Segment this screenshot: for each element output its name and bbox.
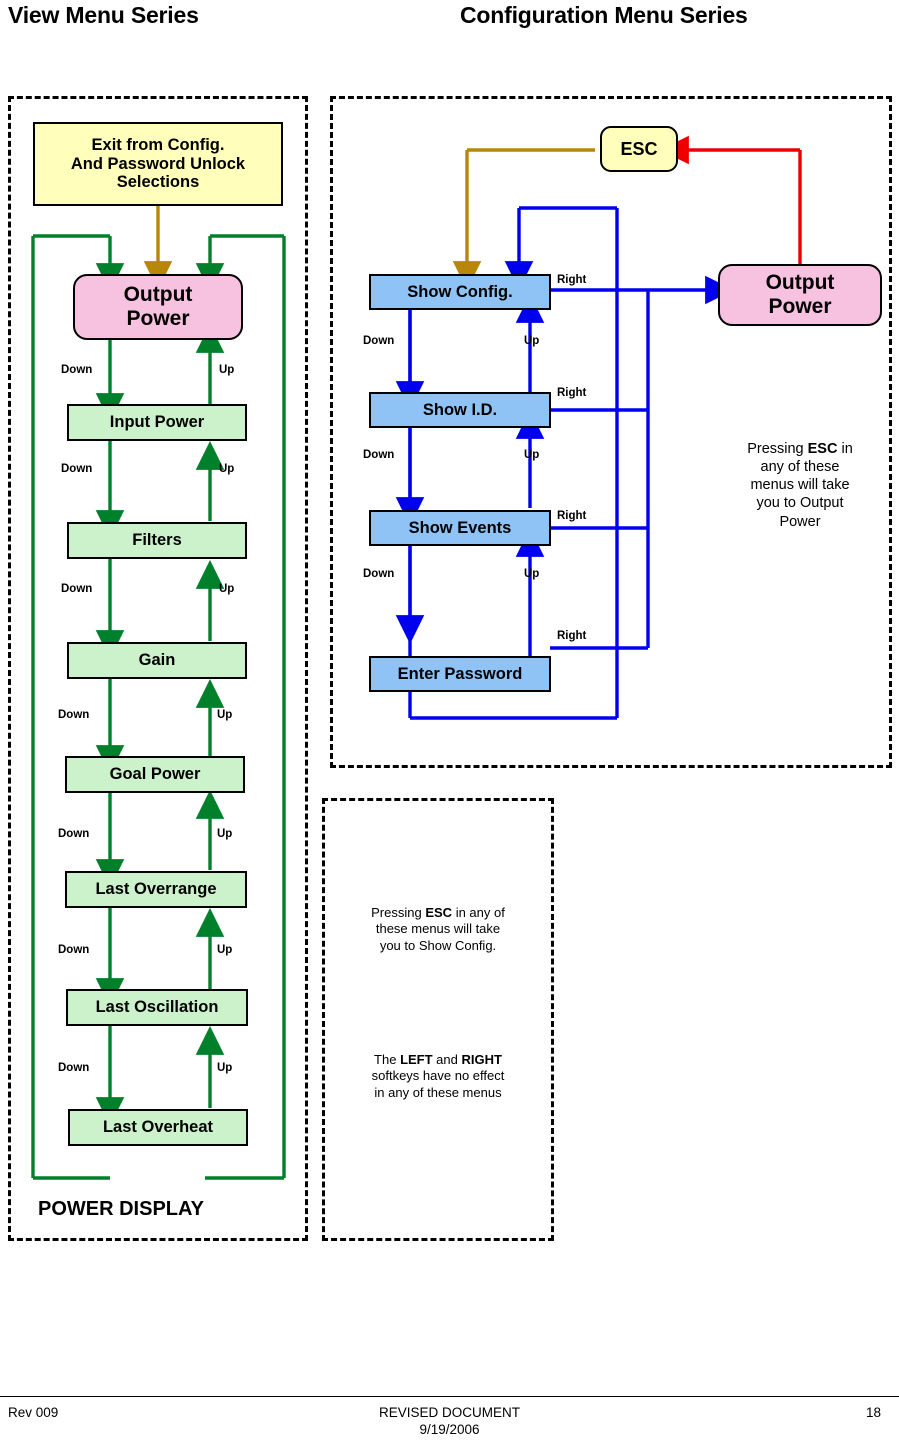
config-item-enter-password[interactable]: Enter Password (369, 656, 551, 692)
label-down-6: Down (58, 944, 90, 956)
config-item-show-config[interactable]: Show Config. (369, 274, 551, 310)
label-up-6: Up (217, 944, 233, 956)
config-item-show-id[interactable]: Show I.D. (369, 392, 551, 428)
note-esc-text-2: in (837, 441, 853, 457)
config-label-down-1: Down (363, 335, 395, 347)
label-up-5: Up (217, 828, 233, 840)
view-item-goal-power[interactable]: Goal Power (65, 756, 245, 793)
config-label-right-1: Right (557, 274, 587, 286)
footer-center-line1: REVISED DOCUMENT (378, 1405, 520, 1420)
config-item-show-events[interactable]: Show Events (369, 510, 551, 546)
note3-bold-2: RIGHT (461, 1052, 502, 1067)
label-up-3: Up (219, 583, 235, 595)
label-up-7: Up (217, 1062, 233, 1074)
view-item-gain[interactable]: Gain (67, 642, 247, 679)
view-item-last-overheat[interactable]: Last Overheat (68, 1109, 248, 1146)
note2-text-2: in any of (452, 905, 505, 920)
config-label-right-2: Right (557, 387, 587, 399)
view-item-last-overrange[interactable]: Last Overrange (65, 871, 247, 908)
note3-text-rest: softkeys have no effect in any of these … (371, 1068, 505, 1100)
label-down-5: Down (58, 828, 90, 840)
label-down-4: Down (58, 709, 90, 721)
note-esc-show-config: Pressing ESC in any of these menus will … (338, 905, 538, 954)
note3-bold-1: LEFT (400, 1052, 433, 1067)
label-down-7: Down (58, 1062, 90, 1074)
footer-divider (0, 1396, 899, 1397)
config-label-down-2: Down (363, 449, 395, 461)
view-item-filters[interactable]: Filters (67, 522, 247, 559)
config-label-down-3: Down (363, 568, 395, 580)
notes-panel (322, 798, 554, 1241)
config-label-right-4: Right (557, 630, 587, 642)
label-up-4: Up (217, 709, 233, 721)
note2-text-rest: these menus will take you to Show Config… (375, 921, 501, 953)
note-esc-to-output-power: Pressing ESC in any of these menus will … (680, 440, 899, 531)
label-down-2: Down (61, 463, 93, 475)
label-up-1: Up (219, 364, 235, 376)
label-up-2: Up (219, 463, 235, 475)
config-label-up-1: Up (524, 335, 540, 347)
note-esc-text-rest: any of these menus will take you to Outp… (750, 459, 850, 530)
footer-center-line2: 9/19/2006 (419, 1422, 480, 1437)
note-esc-text-1: Pressing (747, 441, 808, 457)
config-label-up-3: Up (524, 568, 540, 580)
exit-from-config-box[interactable]: Exit from Config. And Password Unlock Se… (33, 122, 283, 206)
page-title-left: View Menu Series (8, 2, 199, 28)
note3-text-2: and (432, 1052, 462, 1067)
note2-bold-1: ESC (425, 905, 453, 920)
view-output-power-box[interactable]: Output Power (73, 274, 243, 340)
note-esc-bold-1: ESC (807, 441, 838, 457)
note2-text-1: Pressing (371, 905, 426, 920)
label-down-1: Down (61, 364, 93, 376)
view-item-last-oscillation[interactable]: Last Oscillation (66, 989, 248, 1026)
esc-box[interactable]: ESC (600, 126, 678, 172)
note-left-right-softkeys: The LEFT and RIGHT softkeys have no effe… (338, 1052, 538, 1101)
footer-page-number: 18 (866, 1405, 882, 1420)
config-output-power-box[interactable]: Output Power (718, 264, 882, 326)
view-item-input-power[interactable]: Input Power (67, 404, 247, 441)
power-display-label: POWER DISPLAY (38, 1198, 204, 1220)
page-title-right: Configuration Menu Series (460, 2, 748, 28)
note3-text-1: The (374, 1052, 401, 1067)
config-label-up-2: Up (524, 449, 540, 461)
config-label-right-3: Right (557, 510, 587, 522)
label-down-3: Down (61, 583, 93, 595)
